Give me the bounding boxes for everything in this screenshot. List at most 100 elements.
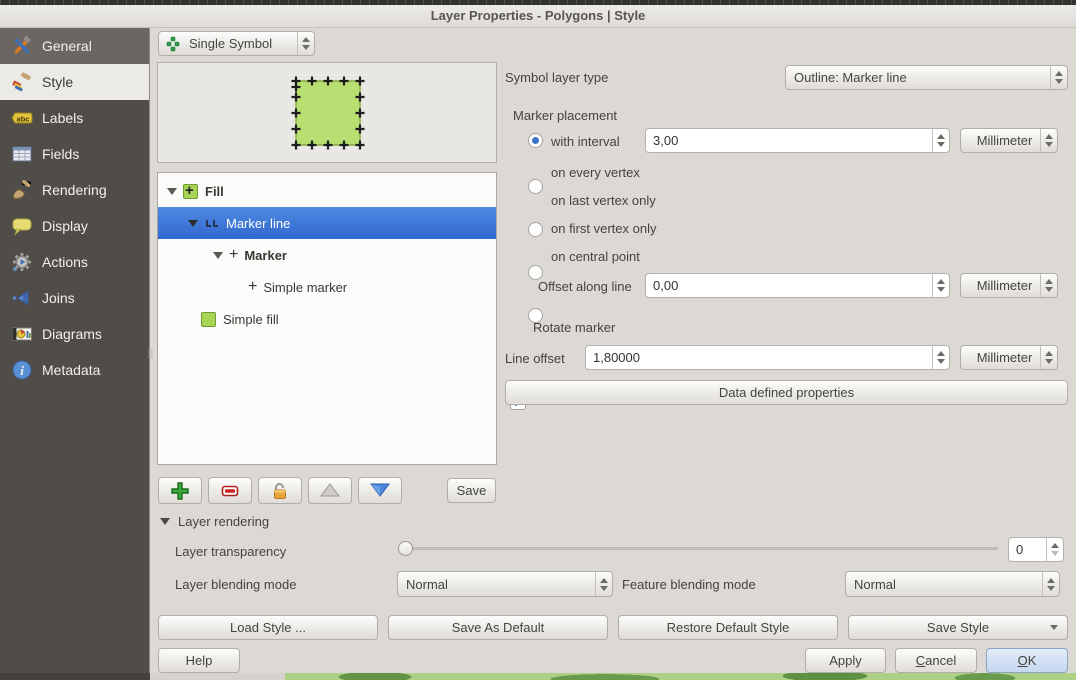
spin-arrows[interactable] — [932, 274, 949, 297]
restore-default-style-label: Restore Default Style — [667, 620, 790, 635]
combo-spin-arrows[interactable] — [1040, 129, 1057, 152]
sidebar-item-style[interactable]: Style — [0, 64, 149, 100]
add-symbol-layer-button[interactable] — [158, 477, 202, 504]
tree-row-fill[interactable]: Fill — [159, 175, 495, 207]
window-titlebar[interactable]: Layer Properties - Polygons | Style — [0, 5, 1076, 28]
tree-row-marker[interactable]: + Marker — [159, 239, 495, 271]
feature-blending-mode-combo[interactable]: Normal — [845, 571, 1060, 597]
sidebar-item-label: Metadata — [42, 362, 100, 378]
transparency-slider-handle[interactable] — [398, 541, 413, 556]
spin-arrows[interactable] — [1046, 538, 1063, 561]
sidebar-item-labels[interactable]: abc Labels — [0, 100, 149, 136]
simple-fill-icon — [201, 312, 216, 327]
splitter-handle[interactable]: ≡≡ — [146, 349, 155, 365]
marker-placement-label: Marker placement — [513, 108, 617, 123]
load-style-label: Load Style ... — [230, 620, 306, 635]
save-style-menu-button[interactable]: Save Style — [848, 615, 1068, 640]
layer-blending-mode-label: Layer blending mode — [175, 577, 296, 592]
tools-icon — [11, 35, 33, 57]
combo-spin-arrows[interactable] — [1040, 346, 1057, 369]
cancel-button[interactable]: Cancel — [895, 648, 977, 673]
marker-symbol-icon: + — [229, 246, 238, 264]
ok-button[interactable]: OK — [986, 648, 1068, 673]
sidebar-item-label: Labels — [42, 110, 83, 126]
tree-row-label: Fill — [205, 184, 224, 199]
spin-arrows[interactable] — [932, 129, 949, 152]
tree-row-simple-marker[interactable]: + Simple marker — [159, 271, 495, 303]
sidebar-item-label: Rendering — [42, 182, 107, 198]
remove-symbol-layer-button[interactable] — [208, 477, 252, 504]
sidebar-item-joins[interactable]: Joins — [0, 280, 149, 316]
marker-line-icon — [204, 217, 220, 229]
sidebar-item-label: Style — [42, 74, 73, 90]
load-style-button[interactable]: Load Style ... — [158, 615, 378, 640]
paintbrush-icon — [11, 71, 33, 93]
radio-central-point-label: on central point — [551, 249, 640, 264]
data-defined-properties-label: Data defined properties — [719, 385, 854, 400]
expander-icon[interactable] — [188, 220, 198, 227]
radio-with-interval[interactable] — [528, 133, 543, 148]
combo-spin-arrows[interactable] — [595, 572, 612, 596]
sidebar-item-rendering[interactable]: Rendering — [0, 172, 149, 208]
help-button[interactable]: Help — [158, 648, 240, 673]
sidebar-item-label: Display — [42, 218, 88, 234]
offset-along-line-unit-combo[interactable]: Millimeter — [960, 273, 1058, 298]
sidebar-item-display[interactable]: Display — [0, 208, 149, 244]
transparency-slider-track[interactable] — [398, 547, 998, 550]
offset-along-line-spinbox[interactable]: 0,00 — [645, 273, 950, 298]
apply-button[interactable]: Apply — [805, 648, 886, 673]
layer-blending-mode-combo[interactable]: Normal — [397, 571, 613, 597]
save-as-default-button[interactable]: Save As Default — [388, 615, 608, 640]
minus-icon — [220, 481, 240, 501]
abc-tag-icon: abc — [11, 107, 33, 129]
tree-row-label: Simple marker — [263, 280, 347, 295]
sidebar-item-metadata[interactable]: i Metadata — [0, 352, 149, 388]
move-layer-up-button[interactable] — [308, 477, 352, 504]
interval-spinbox[interactable]: 3,00 — [645, 128, 950, 153]
plus-icon — [170, 481, 190, 501]
info-icon: i — [11, 359, 33, 381]
layer-rendering-label: Layer rendering — [178, 514, 269, 529]
tree-row-marker-line[interactable]: Marker line — [158, 207, 496, 239]
line-offset-unit-combo[interactable]: Millimeter — [960, 345, 1058, 370]
expander-icon[interactable] — [167, 188, 177, 195]
save-style-label: Save Style — [927, 620, 989, 635]
svg-text:abc: abc — [17, 115, 30, 124]
sidebar-item-actions[interactable]: Actions — [0, 244, 149, 280]
symbol-mode-combo[interactable]: Single Symbol — [158, 31, 315, 56]
restore-default-style-button[interactable]: Restore Default Style — [618, 615, 838, 640]
combo-spin-arrows[interactable] — [1042, 572, 1059, 596]
interval-unit-combo[interactable]: Millimeter — [960, 128, 1058, 153]
layer-rendering-section-header[interactable]: Layer rendering — [160, 514, 269, 529]
interval-unit-value: Millimeter — [961, 133, 1040, 148]
combo-spin-arrows[interactable] — [1050, 66, 1067, 89]
transparency-spinbox[interactable]: 0 — [1008, 537, 1064, 562]
line-offset-spinbox[interactable]: 1,80000 — [585, 345, 950, 370]
up-arrow-icon — [319, 481, 341, 499]
data-defined-properties-button[interactable]: Data defined properties — [505, 380, 1068, 405]
symbol-layer-type-combo[interactable]: Outline: Marker line — [785, 65, 1068, 90]
radio-last-vertex[interactable] — [528, 222, 543, 237]
sidebar-item-diagrams[interactable]: Diagrams — [0, 316, 149, 352]
diagram-icon — [11, 323, 33, 345]
save-symbol-button[interactable]: Save — [447, 478, 496, 503]
sidebar-item-general[interactable]: General — [0, 28, 149, 64]
tree-row-simple-fill[interactable]: Simple fill — [159, 303, 495, 335]
lock-color-button[interactable] — [258, 477, 302, 504]
save-symbol-label: Save — [457, 483, 487, 498]
radio-every-vertex[interactable] — [528, 179, 543, 194]
move-layer-down-button[interactable] — [358, 477, 402, 504]
spin-arrows[interactable] — [932, 346, 949, 369]
expander-icon[interactable] — [213, 252, 223, 259]
line-offset-value: 1,80000 — [586, 350, 932, 365]
tree-row-label: Marker — [244, 248, 287, 263]
combo-spin-arrows[interactable] — [1040, 274, 1057, 297]
radio-last-vertex-label: on last vertex only — [551, 193, 656, 208]
combo-spin-arrows[interactable] — [297, 32, 314, 55]
sidebar-item-label: General — [42, 38, 92, 54]
radio-first-vertex[interactable] — [528, 265, 543, 280]
tree-row-label: Simple fill — [223, 312, 279, 327]
sidebar-item-fields[interactable]: Fields — [0, 136, 149, 172]
join-arrow-icon — [11, 287, 33, 309]
background-panel-edge — [0, 673, 150, 680]
